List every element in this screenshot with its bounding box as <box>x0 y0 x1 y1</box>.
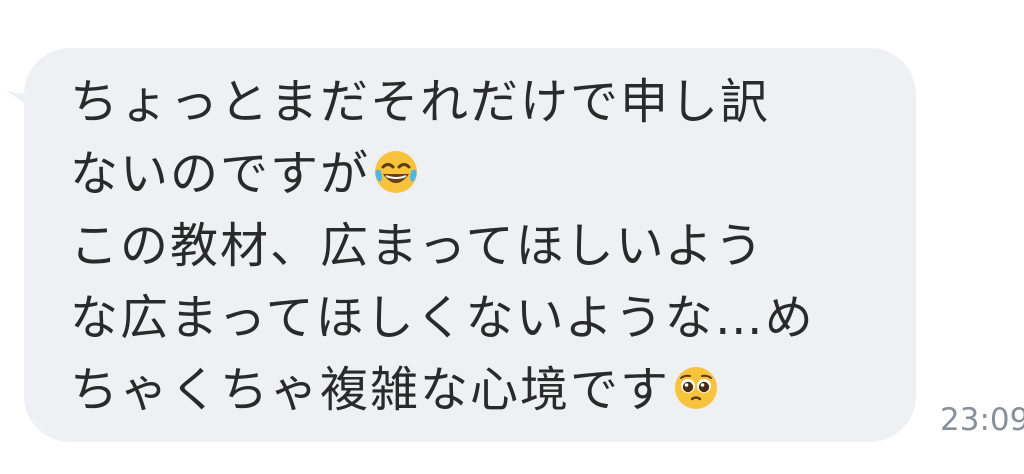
face-with-tears-of-joy-icon <box>372 144 420 193</box>
message-line-5-text: ちゃくちゃ複雑な心境です <box>70 362 671 418</box>
message-line-4: な広まってほしくないような…め <box>70 290 815 346</box>
message-timestamp: 23:09 <box>940 402 1024 438</box>
message-bubble[interactable]: ちょっとまだそれだけで申し訳 ないのですが この教材、広まってほしいよう な広ま… <box>24 48 916 442</box>
message-line-2-text: ないのですが <box>70 146 371 202</box>
message-line-3: この教材、広まってほしいよう <box>70 218 765 274</box>
pleading-face-icon <box>672 360 720 409</box>
message-line-1: ちょっとまだそれだけで申し訳 <box>70 74 771 130</box>
message-line-2: ないのですが <box>70 138 896 210</box>
message-line-5: ちゃくちゃ複雑な心境です <box>70 354 896 426</box>
chat-area: ちょっとまだそれだけで申し訳 ないのですが この教材、広まってほしいよう な広ま… <box>0 0 1024 474</box>
